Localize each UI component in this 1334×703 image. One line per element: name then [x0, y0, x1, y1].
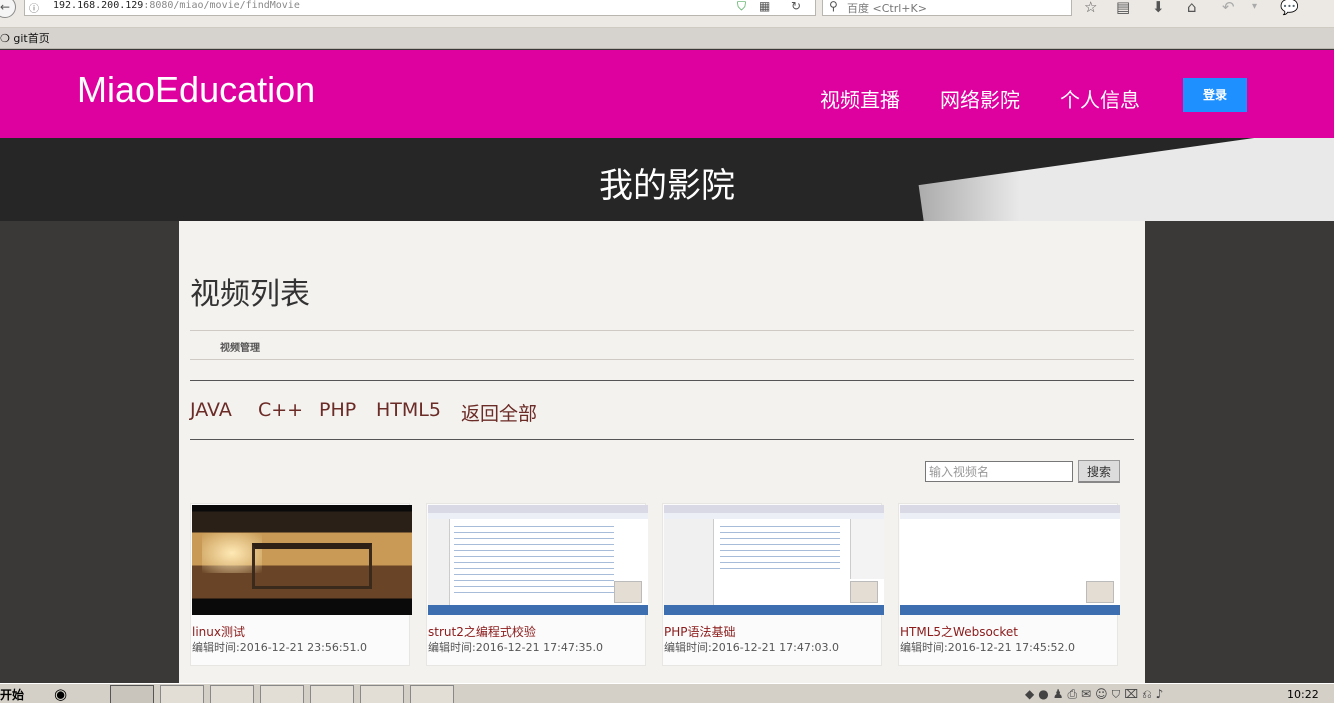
- divider: [190, 439, 1134, 440]
- thumb-taskbar: [900, 605, 1120, 615]
- video-thumbnail[interactable]: [192, 505, 412, 615]
- address-bar[interactable]: ⓘ 192.168.200.129:8080/miao/movie/findMo…: [24, 0, 816, 16]
- bookmarks-bar: ❍ git首页: [0, 28, 1334, 49]
- category-all[interactable]: 返回全部: [461, 399, 537, 426]
- video-title[interactable]: linux测试: [192, 623, 245, 640]
- search-placeholder: 百度 <Ctrl+K>: [847, 2, 927, 15]
- site-info-icon[interactable]: ⓘ: [29, 0, 39, 15]
- thumb-titlebar: [428, 505, 648, 513]
- nav-cinema[interactable]: 网络影院: [940, 84, 1020, 113]
- thumb-sidebar: [428, 519, 450, 605]
- chat-icon[interactable]: 💬: [1280, 0, 1299, 16]
- video-edit-time: 编辑时间:2016-12-21 17:47:35.0: [428, 641, 604, 654]
- video-edit-time: 编辑时间:2016-12-21 17:47:03.0: [664, 641, 840, 654]
- divider: [190, 359, 1134, 360]
- shield-icon[interactable]: ⛉: [737, 0, 746, 13]
- video-list-title: 视频列表: [190, 277, 310, 312]
- taskbar-app[interactable]: [310, 685, 354, 703]
- video-title[interactable]: HTML5之Websocket: [900, 623, 1018, 640]
- thumb-webcam: [614, 581, 642, 603]
- thumb-taskbar: [664, 605, 884, 615]
- thumb-sidebar: [664, 519, 714, 605]
- taskbar-app[interactable]: [360, 685, 404, 703]
- url-text: 192.168.200.129:8080/miao/movie/findMovi…: [53, 0, 300, 11]
- brand-logo[interactable]: MiaoEducation: [77, 69, 315, 111]
- bookmark-git[interactable]: ❍ git首页: [0, 30, 50, 46]
- bookmark-label: git首页: [13, 32, 50, 45]
- video-card[interactable]: PHP语法基础 编辑时间:2016-12-21 17:47:03.0: [662, 503, 884, 666]
- video-thumbnail[interactable]: [664, 505, 884, 615]
- video-edit-time: 编辑时间:2016-12-21 17:45:52.0: [900, 641, 1076, 654]
- messenger-icon[interactable]: ◉: [54, 685, 67, 703]
- nav-profile[interactable]: 个人信息: [1060, 84, 1140, 113]
- thumb-toolbar: [428, 513, 648, 519]
- back-icon[interactable]: ←: [0, 0, 16, 18]
- video-card[interactable]: HTML5之Websocket 编辑时间:2016-12-21 17:45:52…: [898, 503, 1120, 666]
- login-button[interactable]: 登录: [1183, 78, 1247, 112]
- start-button[interactable]: 开始: [0, 686, 24, 703]
- taskbar-app[interactable]: [210, 685, 254, 703]
- category-php[interactable]: PHP: [319, 399, 356, 421]
- thumbnail-ruins: [252, 543, 372, 589]
- thumb-webcam: [850, 581, 878, 603]
- reload-icon[interactable]: ↻: [791, 0, 801, 13]
- nav-live[interactable]: 视频直播: [820, 84, 900, 113]
- divider: [190, 380, 1134, 381]
- taskbar-firefox[interactable]: [110, 685, 154, 703]
- url-host: 192.168.200.129: [53, 0, 144, 11]
- search-button[interactable]: 搜索: [1078, 460, 1120, 483]
- qr-code-icon[interactable]: ▦: [759, 0, 770, 13]
- github-icon: ❍: [0, 32, 10, 45]
- thumb-code: [454, 523, 614, 593]
- url-path: :8080/miao/movie/findMovie: [143, 0, 300, 11]
- page-title: 我的影院: [599, 166, 735, 206]
- search-icon: ⚲: [829, 0, 838, 13]
- category-java[interactable]: JAVA: [190, 399, 232, 421]
- divider: [190, 330, 1134, 331]
- thumb-code: [720, 523, 840, 573]
- category-html5[interactable]: HTML5: [376, 399, 441, 421]
- video-thumbnail[interactable]: [900, 505, 1120, 615]
- video-search-input[interactable]: [925, 461, 1073, 482]
- reading-list-icon[interactable]: ▤: [1116, 0, 1130, 16]
- main-content: 视频列表 视频管理 JAVA C++ PHP HTML5 返回全部 搜索 lin…: [179, 221, 1145, 691]
- thumb-titlebar: [900, 505, 1120, 513]
- video-thumbnail[interactable]: [428, 505, 648, 615]
- thumb-webcam: [1086, 581, 1114, 603]
- video-card[interactable]: linux测试 编辑时间:2016-12-21 23:56:51.0: [190, 503, 412, 666]
- browser-toolbar: ← ⓘ 192.168.200.129:8080/miao/movie/find…: [0, 0, 1334, 28]
- video-title[interactable]: PHP语法基础: [664, 623, 736, 640]
- taskbar-folder[interactable]: [260, 685, 304, 703]
- undo-icon[interactable]: ↶: [1222, 0, 1235, 16]
- category-cpp[interactable]: C++: [258, 399, 303, 421]
- clock: 10:22: [1287, 688, 1319, 701]
- star-icon[interactable]: ☆: [1084, 0, 1097, 16]
- thumb-toolbar: [900, 513, 1120, 519]
- breadcrumb[interactable]: 视频管理: [220, 339, 260, 354]
- thumb-titlebar: [664, 505, 884, 513]
- thumb-panel: [850, 519, 884, 579]
- chevron-down-icon[interactable]: ▾: [1252, 0, 1257, 16]
- download-icon[interactable]: ⬇: [1152, 0, 1165, 16]
- search-bar[interactable]: ⚲ 百度 <Ctrl+K>: [822, 0, 1072, 16]
- video-card[interactable]: strut2之编程式校验 编辑时间:2016-12-21 17:47:35.0: [426, 503, 648, 666]
- video-title[interactable]: strut2之编程式校验: [428, 623, 536, 640]
- taskbar-app[interactable]: [160, 685, 204, 703]
- system-tray-icons[interactable]: ◆●♟⎙✉☺⛉⌧⎌♪: [1025, 687, 1167, 702]
- site-header: MiaoEducation 视频直播 网络影院 个人信息 登录: [0, 50, 1334, 138]
- thumb-taskbar: [428, 605, 648, 615]
- home-icon[interactable]: ⌂: [1187, 0, 1197, 16]
- taskbar-app[interactable]: [410, 685, 454, 703]
- video-edit-time: 编辑时间:2016-12-21 23:56:51.0: [192, 641, 368, 654]
- hero-banner: 我的影院: [0, 138, 1334, 221]
- os-taskbar: 开始 ◉ ◆●♟⎙✉☺⛉⌧⎌♪ 10:22: [0, 683, 1334, 703]
